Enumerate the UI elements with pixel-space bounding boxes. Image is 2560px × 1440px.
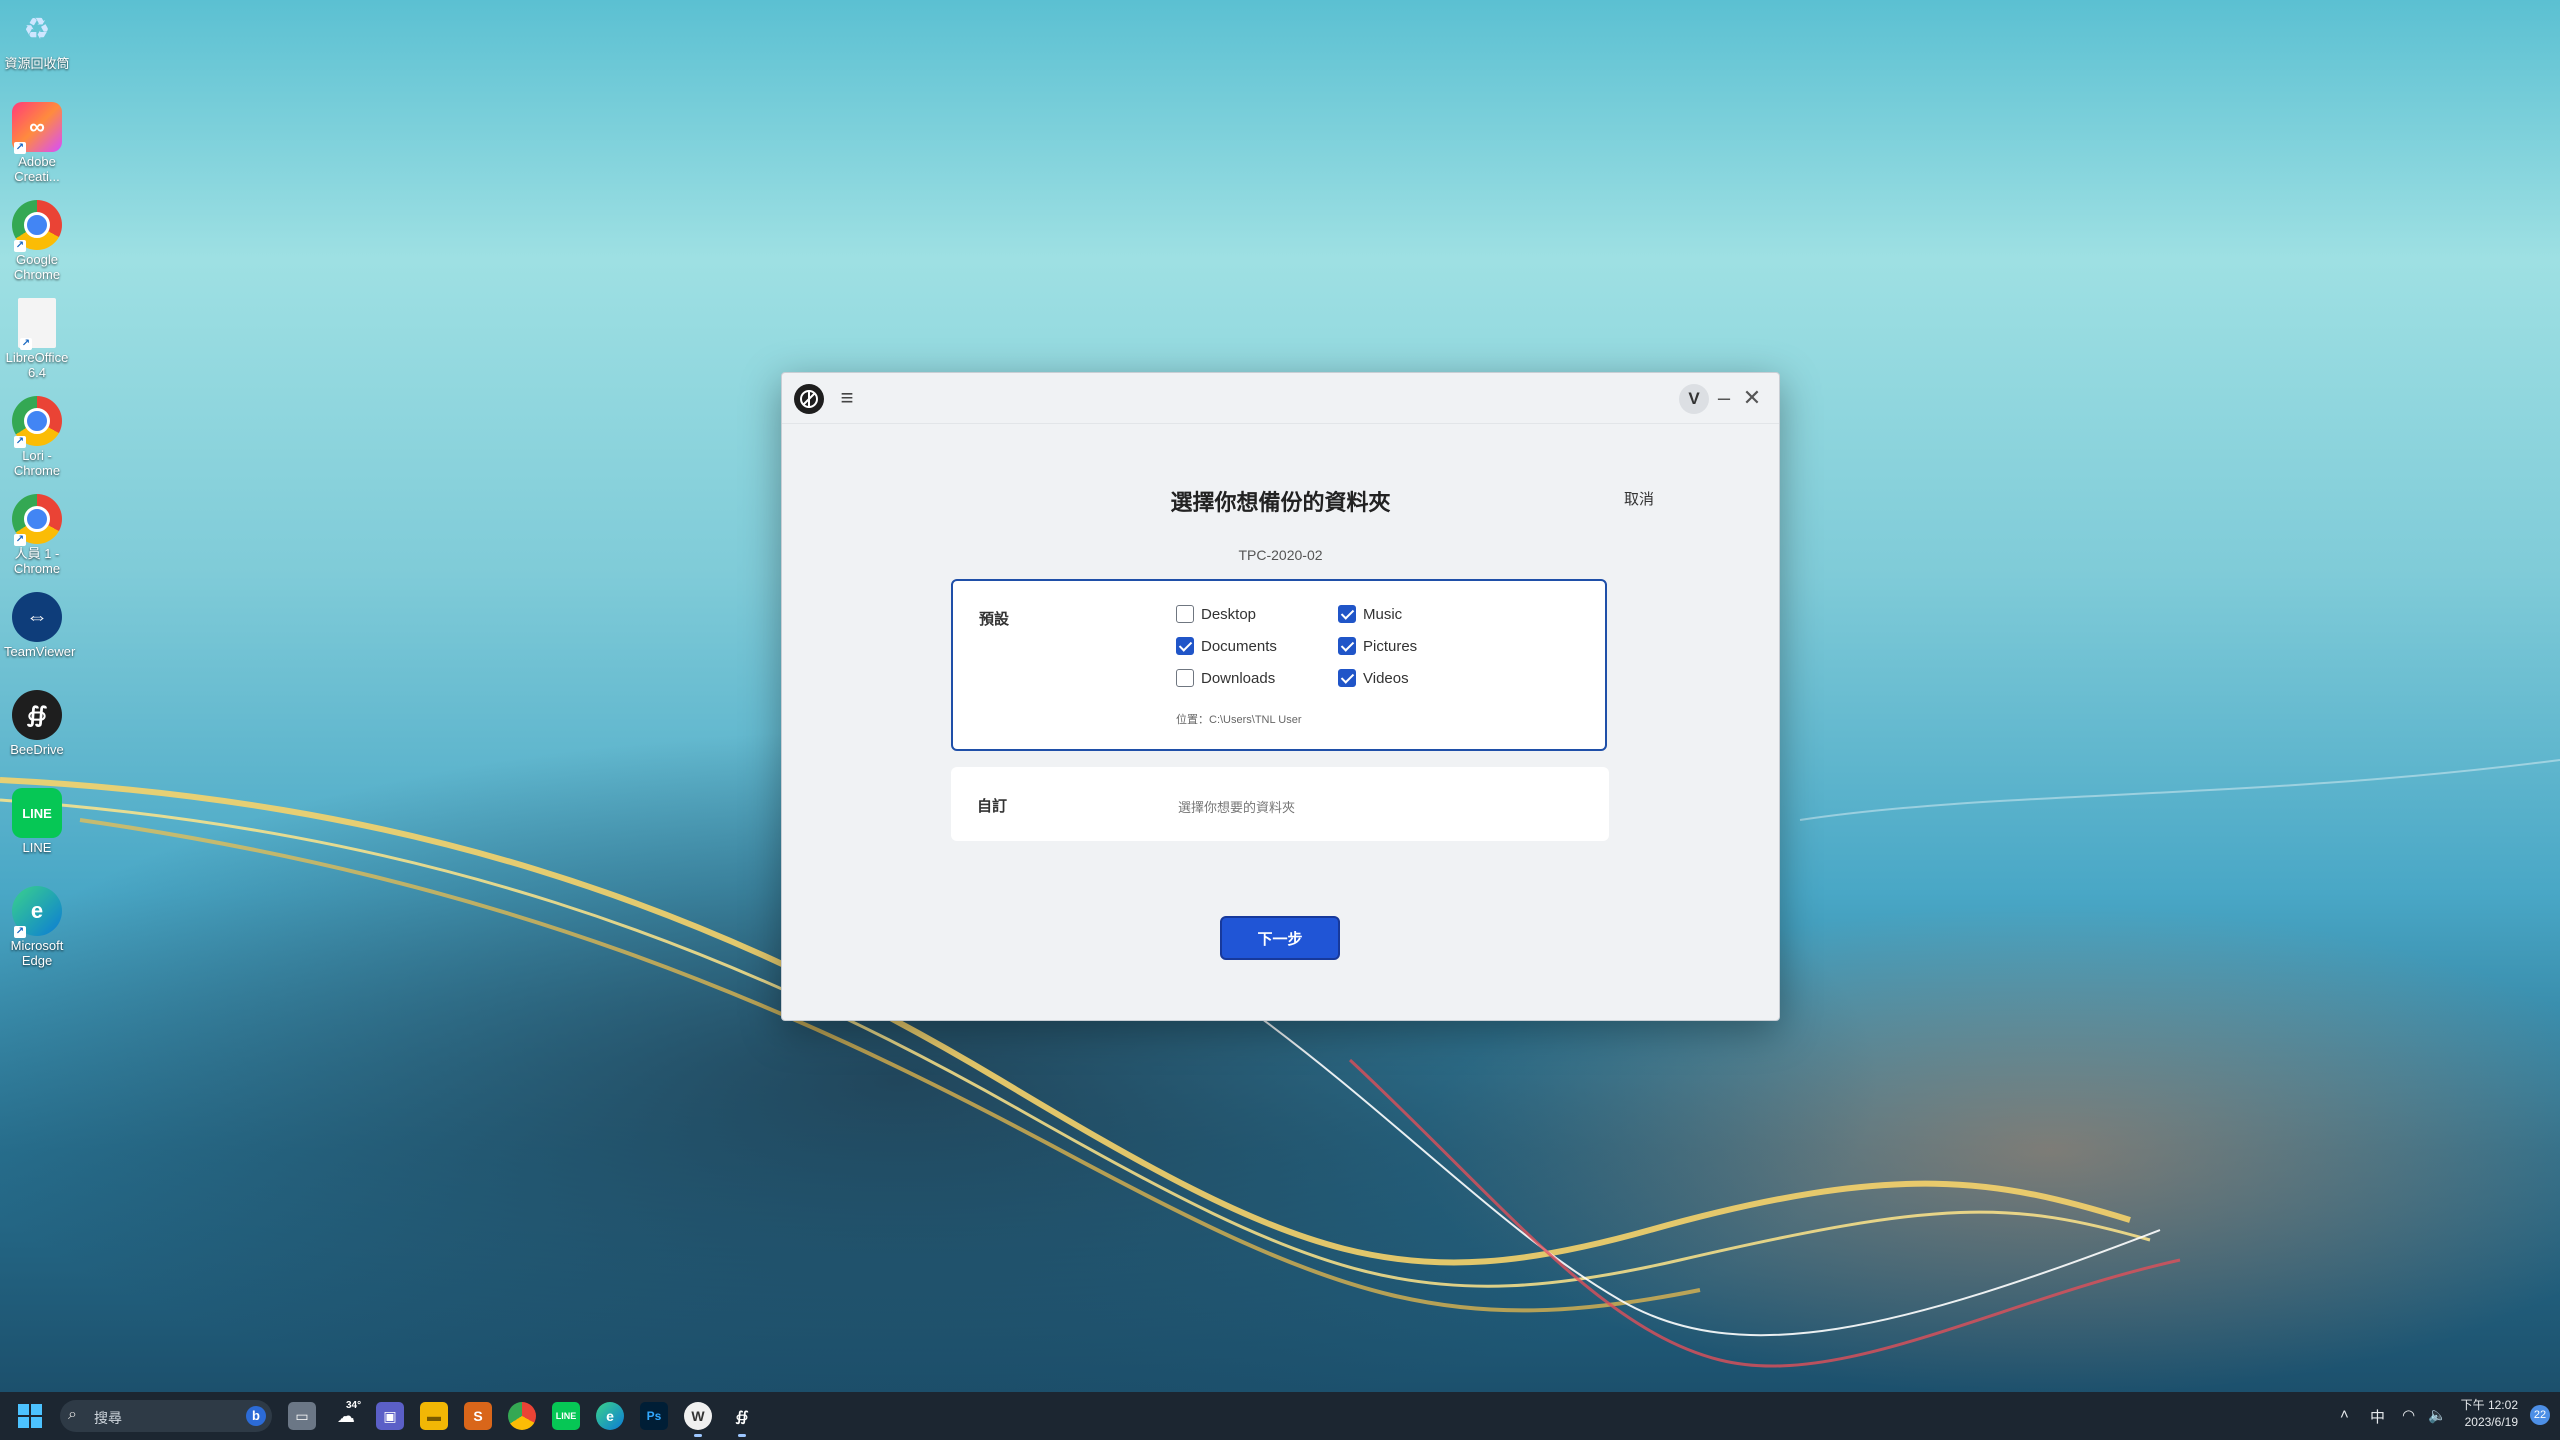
folder-documents-checkbox[interactable]: Documents (1176, 637, 1277, 655)
chrome-profile-icon: ↗ (12, 494, 62, 546)
folder-desktop-checkbox[interactable]: Desktop (1176, 605, 1256, 623)
chrome-taskbar-icon[interactable] (508, 1402, 536, 1430)
folder-label-downloads: Downloads (1201, 669, 1276, 687)
desktop-icon-recycle-bin[interactable]: ♻ 資源回收筒 (4, 4, 70, 72)
hamburger-icon[interactable]: ≡ (834, 385, 860, 411)
minimize-button[interactable]: – (1711, 384, 1737, 412)
libreoffice-icon: ↗ (18, 298, 56, 350)
chrome-profile-icon: ↗ (12, 396, 62, 448)
custom-folders-card[interactable]: 自訂 選擇你想要的資料夾 (951, 767, 1609, 841)
system-clock[interactable]: 下午 12:02 2023/6/19 (2461, 1397, 2518, 1431)
notification-badge[interactable]: 22 (2530, 1405, 2550, 1425)
checkbox-pictures[interactable] (1338, 637, 1356, 655)
adobe-creative-cloud-icon: ∞ ↗ (12, 102, 62, 154)
taskbar: ⌕ 搜尋 b ▭ ☁ 34° ▣ ▬ S LINE e Ps W ∯ ˄ 中 ◠ … (0, 1392, 2560, 1440)
line-icon: LINE (12, 788, 62, 838)
checkbox-downloads[interactable] (1176, 669, 1194, 687)
desktop-icon-edge[interactable]: e ↗ Microsoft Edge (4, 886, 70, 968)
desktop-icon-chrome-lori[interactable]: ↗ Lori - Chrome (4, 396, 70, 478)
chrome-icon: ↗ (12, 200, 62, 252)
weather-widget[interactable]: ☁ 34° (332, 1400, 361, 1430)
folder-videos-checkbox[interactable]: Videos (1338, 669, 1409, 687)
folder-label-videos: Videos (1363, 669, 1409, 687)
taskbar-search[interactable]: ⌕ 搜尋 b (60, 1400, 272, 1432)
search-icon: ⌕ (68, 1406, 77, 1423)
photoshop-icon[interactable]: Ps (640, 1402, 668, 1430)
device-name: TPC-2020-02 (1238, 547, 1323, 563)
checkbox-desktop[interactable] (1176, 605, 1194, 623)
wacom-icon[interactable]: W (684, 1402, 712, 1437)
ime-indicator[interactable]: 中 (2370, 1406, 2385, 1427)
checkbox-videos[interactable] (1338, 669, 1356, 687)
desktop-icon-chrome[interactable]: ↗ Google Chrome (4, 200, 70, 282)
sublime-icon[interactable]: S (464, 1402, 492, 1430)
avatar[interactable]: V (1679, 384, 1709, 414)
desktop-icon-adobe[interactable]: ∞ ↗ Adobe Creati... (4, 102, 70, 184)
wifi-icon[interactable]: ◠ (2402, 1406, 2415, 1424)
edge-icon: e ↗ (12, 886, 62, 938)
bing-icon: b (246, 1406, 266, 1426)
folder-music-checkbox[interactable]: Music (1338, 605, 1402, 623)
checkbox-documents[interactable] (1176, 637, 1194, 655)
recycle-bin-icon: ♻ (23, 12, 51, 46)
next-button[interactable]: 下一步 (1220, 916, 1340, 960)
folder-label-documents: Documents (1201, 637, 1277, 655)
beedrive-window: ≡ V – ✕ 選擇你想備份的資料夾 取消 TPC-2020-02 預設 Des… (781, 372, 1780, 1021)
title-bar: ≡ V – ✕ (782, 373, 1779, 424)
clock-date: 2023/6/19 (2464, 1415, 2518, 1429)
file-explorer-icon[interactable]: ▬ (420, 1402, 448, 1430)
desktop-icon-beedrive[interactable]: ∯ BeeDrive (4, 690, 70, 757)
default-folders-card[interactable]: 預設 Desktop Documents Downloads Music Pic… (951, 579, 1607, 751)
desktop-icon-teamviewer[interactable]: ⇔ TeamViewer (4, 592, 75, 659)
weather-temp: 34° (346, 1400, 362, 1411)
location-path: 位置：C:\Users\TNL User (1176, 714, 1302, 726)
checkbox-music[interactable] (1338, 605, 1356, 623)
clock-time: 下午 12:02 (2460, 1398, 2518, 1412)
custom-section-label: 自訂 (977, 798, 1008, 815)
line-taskbar-icon[interactable]: LINE (552, 1402, 580, 1430)
desktop-icon-libreoffice[interactable]: ↗ LibreOffice 6.4 (4, 298, 70, 380)
folder-label-music: Music (1363, 605, 1403, 623)
cancel-button[interactable]: 取消 (1624, 488, 1654, 509)
folder-label-desktop: Desktop (1201, 605, 1257, 623)
beedrive-taskbar-icon[interactable]: ∯ (728, 1402, 756, 1437)
teams-icon[interactable]: ▣ (376, 1402, 404, 1430)
close-button[interactable]: ✕ (1739, 384, 1765, 412)
teamviewer-icon: ⇔ (12, 592, 62, 642)
task-view-icon[interactable]: ▭ (288, 1402, 316, 1430)
beedrive-logo-icon (794, 384, 824, 414)
chevron-up-icon[interactable]: ˄ (2340, 1406, 2349, 1423)
custom-folder-prompt[interactable]: 選擇你想要的資料夾 (1178, 797, 1295, 816)
search-placeholder: 搜尋 (94, 1410, 122, 1426)
folder-pictures-checkbox[interactable]: Pictures (1338, 637, 1417, 655)
folder-label-pictures: Pictures (1363, 637, 1418, 655)
volume-icon[interactable]: 🔈 (2428, 1406, 2447, 1424)
beedrive-icon: ∯ (12, 690, 62, 740)
windows-start-icon[interactable] (18, 1404, 42, 1428)
default-section-label: 預設 (979, 611, 1010, 628)
desktop-icon-chrome-person1[interactable]: ↗ 人員 1 - Chrome (4, 494, 70, 576)
edge-taskbar-icon[interactable]: e (596, 1402, 624, 1430)
desktop-icon-line[interactable]: LINE LINE (4, 788, 70, 855)
folder-downloads-checkbox[interactable]: Downloads (1176, 669, 1275, 687)
